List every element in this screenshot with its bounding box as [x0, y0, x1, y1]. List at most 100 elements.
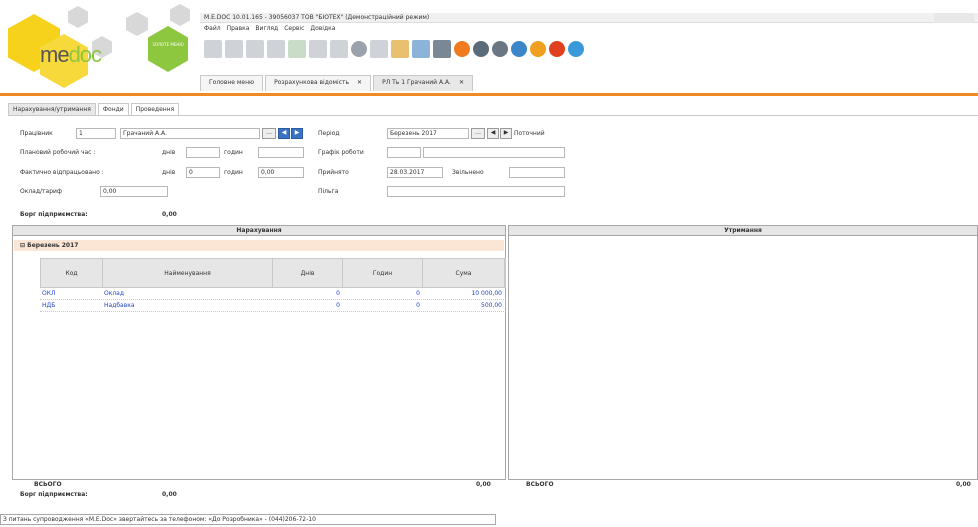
tab-accruals[interactable]: Нарахування/утримання — [8, 103, 96, 115]
menu-edit[interactable]: Правка — [227, 25, 250, 35]
period-field[interactable]: Березень 2017 — [387, 128, 469, 139]
planned-days-field[interactable] — [186, 147, 220, 158]
sign-icon[interactable] — [412, 40, 430, 58]
actual-hours-field[interactable]: 0,00 — [258, 167, 304, 178]
close-icon[interactable]: ✕ — [459, 79, 464, 88]
package-icon[interactable] — [454, 41, 470, 57]
blank-doc-icon[interactable] — [370, 40, 388, 58]
accruals-grid: Код Найменування Днів Годин Сума ОКЛ Окл… — [40, 258, 506, 312]
copy-doc-icon[interactable] — [246, 40, 264, 58]
document-tabs: Головне меню Розрахункова відомість ✕ РЛ … — [200, 75, 473, 91]
deductions-total-label: ВСЬОГО — [526, 481, 554, 488]
filter-icon[interactable] — [330, 40, 348, 58]
report-icon[interactable] — [267, 40, 285, 58]
schedule-code-field[interactable] — [387, 147, 421, 158]
network-icon[interactable] — [568, 41, 584, 57]
tab-funds[interactable]: Фонди — [97, 103, 129, 115]
menu-file[interactable]: Файл — [204, 25, 221, 35]
tab-payslip[interactable]: РЛ Ть 1 Грачаний А.А. ✕ — [373, 75, 473, 91]
tab-main-menu[interactable]: Головне меню — [200, 75, 264, 91]
menu-service[interactable]: Сервіс — [284, 25, 304, 35]
bottom-debt-value: 0,00 — [162, 491, 177, 498]
fired-date-field[interactable] — [509, 167, 565, 178]
logo-area: ЗОЛОТЕ МЕНЮ medoc — [0, 0, 200, 96]
chart-icon[interactable] — [391, 40, 409, 58]
print-icon[interactable] — [433, 40, 451, 58]
schedule-label: Графік роботи — [318, 149, 364, 156]
period-prev-button[interactable]: ◀ — [487, 128, 499, 139]
deductions-panel: Утримання — [508, 225, 978, 480]
open-doc-icon[interactable] — [225, 40, 243, 58]
period-browse-button[interactable]: … — [471, 128, 485, 139]
row-sum: 10 000,00 — [471, 290, 502, 297]
hired-date-field[interactable]: 28.03.2017 — [387, 167, 443, 178]
period-label: Період — [318, 130, 340, 137]
month-group-label: Березень 2017 — [27, 242, 79, 249]
tab-label: Розрахункова відомість — [274, 79, 350, 86]
col-code[interactable]: Код — [41, 259, 103, 287]
accruals-grid-header: Код Найменування Днів Годин Сума — [40, 258, 506, 288]
employee-next-button[interactable]: ▶ — [291, 128, 303, 139]
col-days[interactable]: Днів — [273, 259, 343, 287]
new-doc-icon[interactable] — [204, 40, 222, 58]
fired-label: Звільнено — [452, 169, 484, 176]
col-name[interactable]: Найменування — [103, 259, 273, 287]
menu-view[interactable]: Вигляд — [255, 25, 278, 35]
benefit-field[interactable] — [387, 186, 565, 197]
close-icon[interactable]: ✕ — [357, 79, 362, 88]
table-row[interactable]: ОКЛ Оклад 0 0 10 000,00 — [40, 288, 506, 300]
month-group-row[interactable]: ⊟ Березень 2017 — [14, 240, 504, 251]
salary-field[interactable]: 0,00 — [100, 186, 168, 197]
table-row[interactable]: НДБ Надбавка 0 0 500,00 — [40, 300, 506, 312]
tab-label: РЛ Ть 1 Грачаний А.А. — [382, 79, 451, 86]
planned-hours-field[interactable] — [258, 147, 304, 158]
row-hours: 0 — [416, 290, 420, 297]
archive-icon[interactable] — [351, 41, 367, 57]
actual-days-field[interactable]: 0 — [186, 167, 220, 178]
receive-icon[interactable] — [492, 41, 508, 57]
logo-hex-grey — [68, 6, 88, 28]
sub-tabs: Нарахування/утримання Фонди Проведення — [8, 103, 180, 115]
golden-menu-label: ЗОЛОТЕ МЕНЮ — [152, 42, 184, 47]
refresh-icon[interactable] — [511, 41, 527, 57]
sub-tabs-divider — [8, 115, 978, 116]
row-name: Оклад — [104, 290, 125, 297]
golden-menu-badge[interactable] — [148, 26, 188, 72]
salary-label: Оклад/тариф — [20, 188, 63, 195]
logo-hex-grey-3 — [126, 12, 148, 36]
search-icon[interactable] — [309, 40, 327, 58]
employee-prev-button[interactable]: ◀ — [278, 128, 290, 139]
employee-num-field[interactable]: 1 — [76, 128, 116, 139]
tab-postings[interactable]: Проведення — [130, 103, 180, 115]
debt-label: Борг підприємства: — [20, 211, 88, 218]
accruals-header: Нарахування — [13, 226, 505, 236]
menu-help[interactable]: Довідка — [310, 25, 335, 35]
row-days: 0 — [336, 302, 340, 309]
window-title: M.E.DOC 10.01.165 - 39056037 ТОВ "БІОТЕХ… — [204, 14, 430, 21]
logo-hex-grey-4 — [170, 4, 190, 26]
add-icon[interactable] — [288, 40, 306, 58]
row-code: ОКЛ — [42, 290, 56, 297]
tab-label: Головне меню — [209, 79, 255, 86]
col-sum[interactable]: Сума — [423, 259, 505, 287]
help-icon[interactable] — [530, 41, 546, 57]
benefit-label: Пільга — [318, 188, 339, 195]
send-icon[interactable] — [473, 41, 489, 57]
tab-payroll[interactable]: Розрахункова відомість ✕ — [265, 75, 372, 91]
employee-browse-button[interactable]: … — [262, 128, 276, 139]
status-bar: З питань супроводження «M.E.Doc» звертай… — [0, 514, 496, 525]
period-current-label[interactable]: Поточний — [514, 130, 545, 137]
logo-text-a: me — [40, 42, 70, 67]
row-name: Надбавка — [104, 302, 135, 309]
period-next-button[interactable]: ▶ — [500, 128, 512, 139]
title-bar: M.E.DOC 10.01.165 - 39056037 ТОВ "БІОТЕХ… — [200, 13, 978, 23]
col-hours[interactable]: Годин — [343, 259, 423, 287]
hired-label: Прийнято — [318, 169, 349, 176]
debt-value: 0,00 — [162, 211, 177, 218]
window-controls[interactable] — [934, 13, 974, 23]
employee-name-field[interactable]: Грачаний А.А. — [120, 128, 260, 139]
chat-icon[interactable] — [549, 41, 565, 57]
schedule-name-field[interactable] — [423, 147, 565, 158]
deductions-header: Утримання — [509, 226, 977, 236]
planned-hours-label: годин — [224, 149, 243, 156]
